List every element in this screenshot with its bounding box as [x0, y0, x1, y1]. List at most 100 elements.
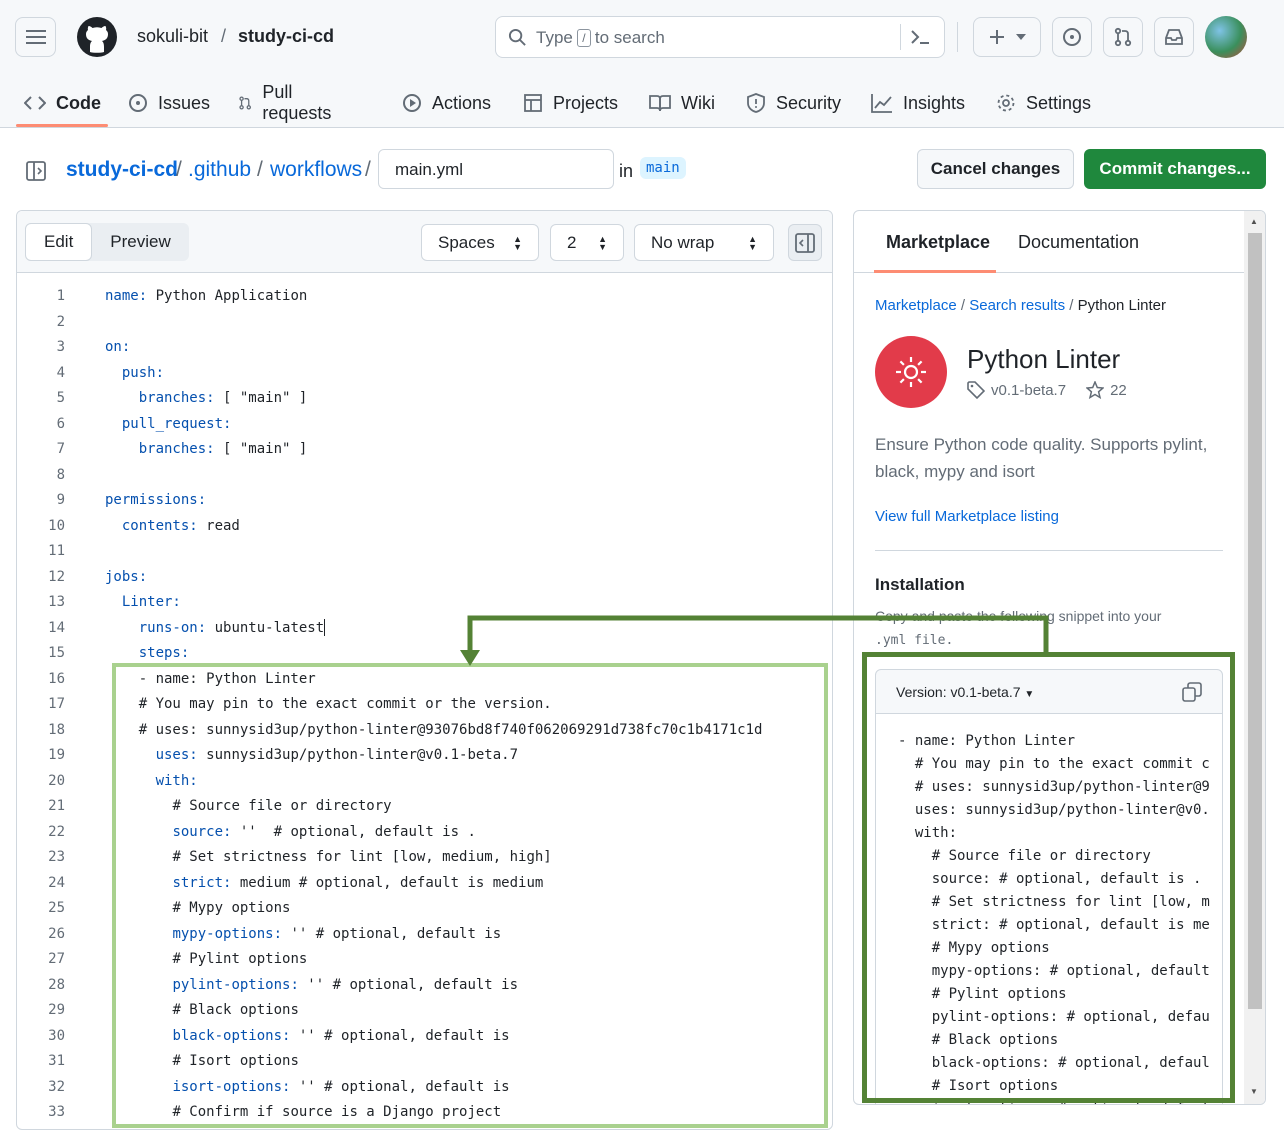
- line-content: name: Python Application: [105, 284, 307, 309]
- line-number: 23: [48, 849, 65, 865]
- line-content: branches: [ "main" ]: [105, 386, 308, 411]
- line-number: 13: [48, 594, 65, 610]
- edit-tab[interactable]: Edit: [25, 223, 93, 261]
- branch-badge[interactable]: main: [640, 157, 686, 179]
- indent-mode-select[interactable]: Spaces ▲ ▼: [421, 224, 539, 261]
- breadcrumb-github[interactable]: .github: [188, 158, 251, 182]
- line-number: 31: [48, 1053, 65, 1069]
- cancel-changes-button[interactable]: Cancel changes: [917, 149, 1074, 189]
- code-line[interactable]: 9 permissions:: [17, 488, 832, 513]
- code-line[interactable]: 4 push:: [17, 361, 832, 386]
- panel-tabs: Marketplace Documentation: [854, 211, 1265, 273]
- code-line[interactable]: 12 jobs:: [17, 565, 832, 590]
- indent-size-select[interactable]: 2 ▲ ▼: [550, 224, 624, 261]
- filename-value: main.yml: [395, 160, 464, 179]
- toggle-side-panel-button[interactable]: [788, 224, 822, 261]
- yaml-key: branches:: [138, 390, 215, 406]
- yaml-key: push:: [121, 364, 165, 381]
- scroll-up-icon[interactable]: ▲: [1250, 217, 1258, 226]
- code-line[interactable]: 10 contents: read: [17, 514, 832, 539]
- line-number: 14: [48, 619, 65, 636]
- tab-actions[interactable]: Actions: [402, 78, 491, 128]
- star-icon[interactable]: [1086, 381, 1105, 399]
- issues-shortcut-button[interactable]: [1052, 17, 1092, 57]
- star-count: 22: [1110, 381, 1127, 399]
- tab-security[interactable]: Security: [746, 78, 841, 128]
- commit-changes-button[interactable]: Commit changes...: [1084, 149, 1266, 189]
- shield-icon: [747, 93, 765, 113]
- tab-pull-requests[interactable]: Pull requests: [238, 78, 337, 128]
- tab-code-label: Code: [56, 92, 101, 113]
- code-line[interactable]: 8: [17, 463, 832, 488]
- tab-documentation[interactable]: Documentation: [1018, 232, 1139, 253]
- pull-requests-shortcut-button[interactable]: [1103, 17, 1143, 57]
- avatar[interactable]: [1205, 16, 1247, 58]
- crumb-search-results[interactable]: Search results: [969, 297, 1065, 314]
- line-number: 6: [56, 415, 65, 432]
- tab-insights[interactable]: Insights: [871, 78, 965, 128]
- code-line[interactable]: 1 name: Python Application: [17, 284, 832, 309]
- tab-wiki[interactable]: Wiki: [649, 78, 715, 128]
- repo-name-link[interactable]: study-ci-cd: [238, 26, 334, 47]
- preview-tab[interactable]: Preview: [92, 223, 188, 261]
- line-content: permissions:: [105, 488, 206, 513]
- yaml-key: runs-on:: [138, 619, 207, 636]
- search-icon: [508, 28, 526, 46]
- command-palette-icon[interactable]: [910, 28, 930, 46]
- repo-owner-link[interactable]: sokuli-bit: [137, 26, 208, 47]
- sidebar-toggle-icon[interactable]: [25, 160, 47, 182]
- search-input[interactable]: Type / to search: [495, 16, 945, 58]
- line-number: 3: [56, 339, 65, 355]
- table-icon: [524, 94, 542, 112]
- tab-marketplace[interactable]: Marketplace: [886, 232, 990, 253]
- code-line[interactable]: 3 on:: [17, 335, 832, 360]
- active-tab-indicator: [16, 124, 108, 127]
- github-logo-icon[interactable]: [76, 16, 118, 63]
- code-line[interactable]: 6 pull_request:: [17, 412, 832, 437]
- active-tab-indicator: [874, 270, 996, 273]
- sidebar-expand-icon: [795, 232, 815, 253]
- scrollbar-thumb[interactable]: [1248, 233, 1262, 1009]
- breadcrumb-repo[interactable]: study-ci-cd: [66, 158, 178, 182]
- code-line[interactable]: 2: [17, 310, 832, 335]
- scroll-down-icon[interactable]: ▼: [1250, 1087, 1258, 1096]
- crumb-sep: /: [1069, 297, 1074, 314]
- code-line[interactable]: 5 branches: [ "main" ]: [17, 386, 832, 411]
- indent-size-value: 2: [567, 232, 577, 252]
- version-tag: v0.1-beta.7: [991, 381, 1067, 399]
- panel-scrollbar[interactable]: ▲ ▼: [1244, 211, 1265, 1104]
- line-content: pull_request:: [105, 412, 232, 437]
- panel-breadcrumb: Marketplace / Search results / Python Li…: [875, 297, 1166, 314]
- menu-button[interactable]: [15, 17, 56, 57]
- inbox-button[interactable]: [1154, 17, 1194, 57]
- plus-icon: [990, 30, 1004, 44]
- line-number: 19: [48, 747, 65, 763]
- filename-input[interactable]: main.yml: [378, 149, 614, 189]
- code-line[interactable]: 13 Linter:: [17, 590, 832, 615]
- action-title: Python Linter: [967, 344, 1121, 374]
- breadcrumb-workflows[interactable]: workflows: [270, 158, 362, 182]
- divider: [875, 550, 1223, 551]
- tab-code[interactable]: Code: [24, 78, 101, 128]
- crumb-marketplace[interactable]: Marketplace: [875, 297, 957, 314]
- code-line[interactable]: 7 branches: [ "main" ]: [17, 437, 832, 462]
- tab-projects[interactable]: Projects: [523, 78, 618, 128]
- yaml-key: jobs:: [105, 568, 148, 585]
- tab-settings[interactable]: Settings: [996, 78, 1091, 128]
- wrap-mode-select[interactable]: No wrap ▲ ▼: [634, 224, 774, 261]
- path-separator: /: [221, 26, 227, 46]
- line-number: 10: [48, 517, 65, 534]
- tab-issues-label: Issues: [158, 92, 211, 113]
- code-line[interactable]: 14 runs-on: ubuntu-latest: [17, 616, 832, 641]
- line-number: 5: [56, 390, 65, 406]
- tab-settings-label: Settings: [1026, 92, 1092, 113]
- create-new-button[interactable]: [973, 17, 1041, 57]
- line-number: 33: [48, 1104, 65, 1120]
- view-marketplace-link[interactable]: View full Marketplace listing: [875, 508, 1059, 525]
- tab-issues[interactable]: Issues: [128, 78, 210, 128]
- code-line[interactable]: 11: [17, 539, 832, 564]
